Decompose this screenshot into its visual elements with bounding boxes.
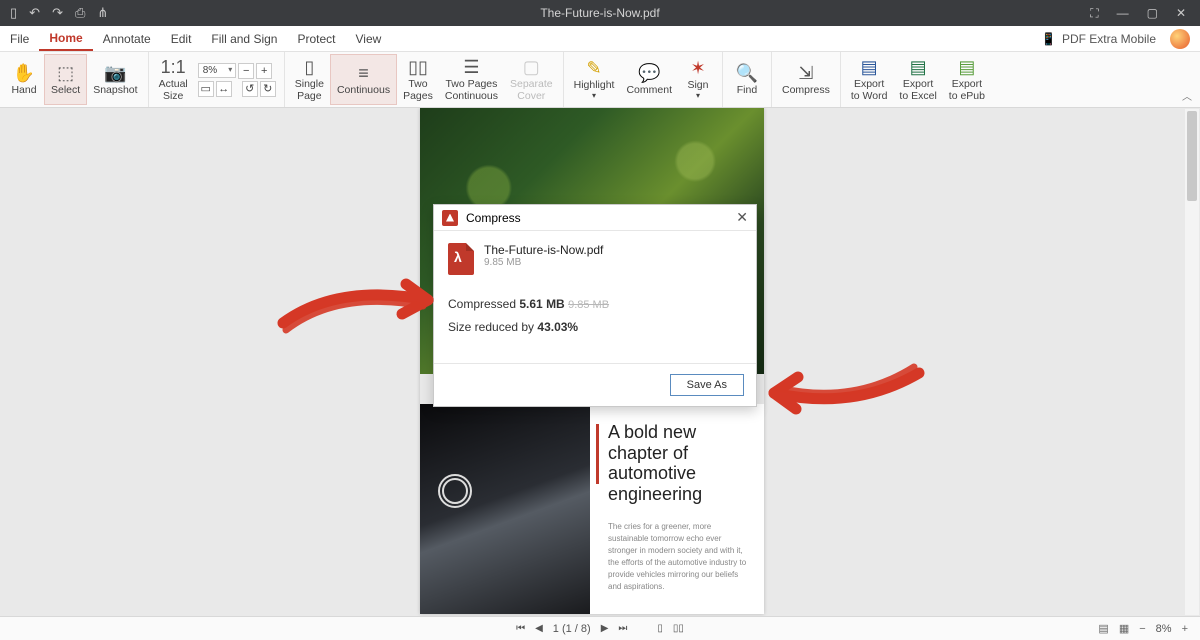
page-layout2-icon[interactable]: ▦ xyxy=(1119,622,1129,635)
menu-protect[interactable]: Protect xyxy=(287,26,345,51)
camera-icon: 📷 xyxy=(104,63,126,85)
page-body-text: The cries for a greener, more sustainabl… xyxy=(608,521,750,593)
export-excel-button[interactable]: ▤Export to Excel xyxy=(893,54,942,105)
separate-cover-icon: ▢ xyxy=(523,57,540,79)
sign-icon: ✶ xyxy=(690,58,705,80)
share-icon[interactable]: ⋔ xyxy=(97,5,108,21)
sign-button[interactable]: ✶Sign▾ xyxy=(678,54,718,105)
mobile-label: PDF Extra Mobile xyxy=(1062,32,1156,46)
menu-view[interactable]: View xyxy=(345,26,391,51)
actual-size-button[interactable]: 1:1Actual Size xyxy=(153,54,194,105)
save-as-button[interactable]: Save As xyxy=(670,374,744,396)
redo-icon[interactable]: ↷ xyxy=(52,5,63,21)
print-icon[interactable]: ⎙ xyxy=(75,5,85,21)
cursor-icon: ⬚ xyxy=(57,63,74,85)
hand-tool[interactable]: ✋Hand xyxy=(4,54,44,105)
maximize-icon[interactable]: ▢ xyxy=(1147,6,1158,21)
menu-file[interactable]: File xyxy=(0,26,39,51)
dialog-close-icon[interactable]: ✕ xyxy=(736,209,748,226)
snapshot-tool[interactable]: 📷Snapshot xyxy=(87,54,143,105)
rotate-right-button[interactable]: ↻ xyxy=(260,81,276,97)
document-title: The-Future-is-Now.pdf xyxy=(0,6,1200,20)
save-icon[interactable]: ▯ xyxy=(10,5,17,21)
fullscreen-icon[interactable]: ⛶ xyxy=(1090,6,1098,21)
dialog-filesize: 9.85 MB xyxy=(484,257,603,268)
last-page-button[interactable]: ⏭ xyxy=(618,623,627,634)
annotation-arrow-right xyxy=(764,363,924,428)
pdf-extra-mobile-link[interactable]: 📱 PDF Extra Mobile xyxy=(1041,32,1170,46)
zoom-out-button[interactable]: − xyxy=(238,63,254,79)
next-page-button[interactable]: ▶ xyxy=(601,623,609,634)
reduced-line: Size reduced by 43.03% xyxy=(448,316,742,339)
select-tool[interactable]: ⬚Select xyxy=(44,54,87,105)
annotation-arrow-left xyxy=(278,278,438,343)
pdf-file-icon xyxy=(448,243,474,275)
rotate-left-button[interactable]: ↺ xyxy=(242,81,258,97)
zoom-out-status[interactable]: − xyxy=(1139,623,1145,635)
single-page-status-icon[interactable]: ▯ xyxy=(657,623,663,634)
find-button[interactable]: 🔍Find xyxy=(727,54,767,105)
fit-width-button[interactable]: ↔ xyxy=(216,81,232,97)
minimize-icon[interactable]: — xyxy=(1117,6,1129,21)
two-pages-icon: ▯▯ xyxy=(408,57,428,79)
close-icon[interactable]: ✕ xyxy=(1176,6,1186,21)
highlight-button[interactable]: ✎Highlight▾ xyxy=(568,54,621,105)
menu-edit[interactable]: Edit xyxy=(161,26,202,51)
dialog-filename: The-Future-is-Now.pdf xyxy=(484,243,603,257)
two-pages-continuous-button[interactable]: ☰Two Pages Continuous xyxy=(439,54,504,105)
highlight-icon: ✎ xyxy=(586,58,601,80)
export-word-button[interactable]: ▤Export to Word xyxy=(845,54,894,105)
document-viewport[interactable]: A bold new chapter of automotive enginee… xyxy=(0,108,1200,616)
phone-icon: 📱 xyxy=(1041,32,1056,46)
zoom-in-status[interactable]: + xyxy=(1182,623,1188,635)
prev-page-button[interactable]: ◀ xyxy=(535,623,543,634)
zoom-value-status: 8% xyxy=(1156,623,1172,635)
export-epub-button[interactable]: ▤Export to ePub xyxy=(943,54,991,105)
single-page-icon: ▯ xyxy=(304,57,314,79)
menu-fill-sign[interactable]: Fill and Sign xyxy=(201,26,287,51)
app-icon xyxy=(442,210,458,226)
compress-dialog: Compress ✕ The-Future-is-Now.pdf 9.85 MB… xyxy=(433,204,757,407)
search-icon: 🔍 xyxy=(736,63,758,85)
continuous-icon: ≡ xyxy=(358,63,369,85)
menu-annotate[interactable]: Annotate xyxy=(93,26,161,51)
zoom-in-button[interactable]: + xyxy=(256,63,272,79)
single-page-button[interactable]: ▯Single Page xyxy=(289,54,330,105)
compressed-line: Compressed 5.61 MB 9.85 MB xyxy=(448,293,742,316)
window-titlebar: ▯ ↶ ↷ ⎙ ⋔ The-Future-is-Now.pdf ⛶ — ▢ ✕ xyxy=(0,0,1200,26)
scrollbar-thumb[interactable] xyxy=(1187,111,1197,201)
fit-page-button[interactable]: ▭ xyxy=(198,81,214,97)
actual-size-icon: 1:1 xyxy=(161,57,186,79)
word-icon: ▤ xyxy=(861,57,878,79)
excel-icon: ▤ xyxy=(910,57,927,79)
two-page-status-icon[interactable]: ▯▯ xyxy=(673,623,684,634)
continuous-button[interactable]: ≡Continuous xyxy=(330,54,397,105)
hand-icon: ✋ xyxy=(13,63,35,85)
page-image-car xyxy=(420,404,590,614)
ribbon: ✋Hand ⬚Select 📷Snapshot 1:1Actual Size 8… xyxy=(0,52,1200,108)
menu-home[interactable]: Home xyxy=(39,26,92,51)
collapse-ribbon-icon[interactable]: ︿ xyxy=(1182,88,1192,103)
page-heading: A bold new chapter of automotive enginee… xyxy=(608,422,750,505)
comment-button[interactable]: 💬Comment xyxy=(620,54,678,105)
page-indicator: 1 (1 / 8) xyxy=(553,623,591,635)
two-pages-button[interactable]: ▯▯Two Pages xyxy=(397,54,439,105)
first-page-button[interactable]: ⏮ xyxy=(516,623,525,634)
comment-icon: 💬 xyxy=(638,63,660,85)
epub-icon: ▤ xyxy=(958,57,975,79)
separate-cover-button: ▢Separate Cover xyxy=(504,54,559,105)
status-bar: ⏮ ◀ 1 (1 / 8) ▶ ⏭ ▯ ▯▯ ▤ ▦ − 8% + xyxy=(0,616,1200,640)
two-pages-cont-icon: ☰ xyxy=(463,57,479,79)
vertical-scrollbar[interactable] xyxy=(1185,109,1199,615)
menu-bar: File Home Annotate Edit Fill and Sign Pr… xyxy=(0,26,1200,52)
user-avatar[interactable] xyxy=(1170,29,1190,49)
dialog-title: Compress xyxy=(466,211,521,225)
compress-button[interactable]: ⇲Compress xyxy=(776,54,836,105)
accent-bar xyxy=(596,424,599,484)
page-layout-icon[interactable]: ▤ xyxy=(1098,622,1108,635)
undo-icon[interactable]: ↶ xyxy=(29,5,40,21)
zoom-select[interactable]: 8% xyxy=(198,63,236,78)
compress-icon: ⇲ xyxy=(798,63,813,85)
